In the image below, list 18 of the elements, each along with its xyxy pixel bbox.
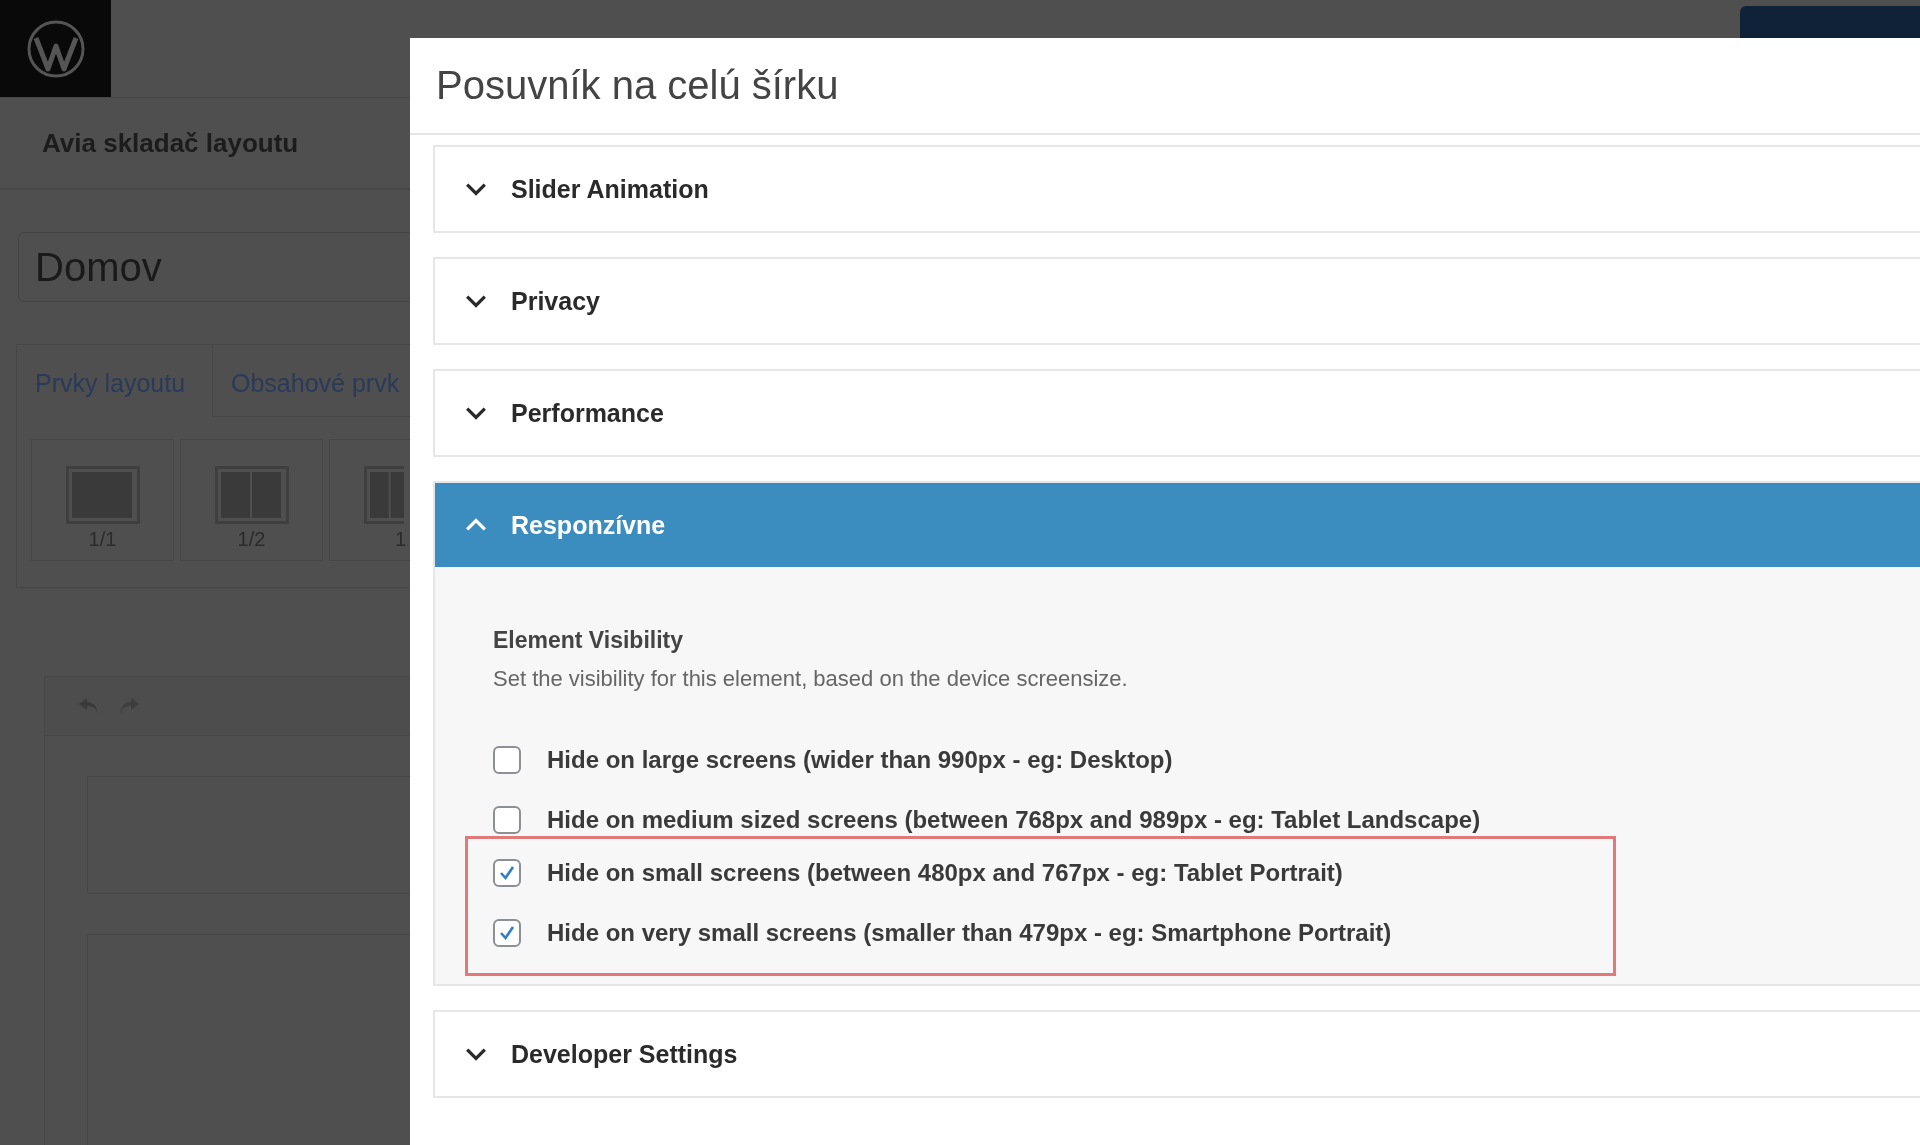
modal-title: Posuvník na celú šírku [436,63,839,108]
wordpress-logo[interactable] [25,18,86,79]
setting-description: Set the visibility for this element, based on the device screensize. [493,666,1129,692]
chevron-down-icon [465,1047,487,1061]
chevron-down-icon [465,182,487,196]
chevron-up-icon [465,518,487,532]
chevron-down-icon [465,294,487,308]
checkbox[interactable] [493,806,521,834]
accordion-header[interactable]: Responzívne [435,483,1920,567]
chevron-down-icon [465,406,487,420]
checkbox-label: Hide on medium sized screens (between 768px and 989px - eg: Tablet Landscape) [547,806,1481,834]
checkbox-label: Hide on large screens (wider than 990px - eg: Desktop) [547,746,1173,774]
setting-heading: Element Visibility [493,627,685,654]
checkbox[interactable] [493,859,521,887]
checkbox-label: Hide on very small screens (smaller than 479px - eg: Smartphone Portrait) [547,919,1392,947]
checkbox[interactable] [493,746,521,774]
checkbox-label: Hide on small screens (between 480px and 767px - eg: Tablet Portrait) [547,859,1343,887]
checkbox[interactable] [493,919,521,947]
